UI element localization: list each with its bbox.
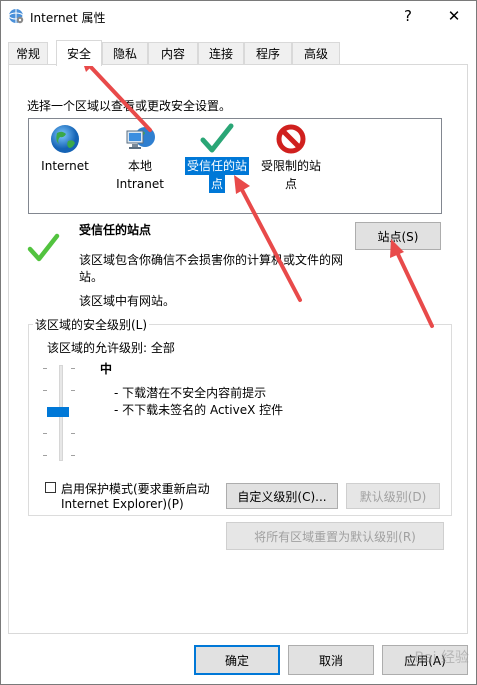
sites-button[interactable]: 站点(S) bbox=[355, 222, 441, 250]
tab-security[interactable]: 安全 bbox=[56, 40, 102, 66]
help-button[interactable]: ? bbox=[385, 0, 431, 32]
zone-local-intranet[interactable]: 本地 Intranet bbox=[107, 123, 173, 193]
zone-description-line2: 站。 bbox=[79, 270, 104, 284]
allowed-level-text: 该区域的允许级别: 全部 bbox=[47, 341, 175, 355]
zone-check-icon bbox=[26, 232, 60, 267]
green-check-icon bbox=[200, 123, 234, 153]
level-name: 中 bbox=[100, 362, 113, 376]
level-bullet-1: - 下载潜在不安全内容前提示 bbox=[114, 386, 267, 400]
ok-button[interactable]: 确定 bbox=[194, 645, 280, 675]
globe-icon bbox=[51, 125, 79, 153]
tab-privacy[interactable]: 隐私 bbox=[102, 42, 148, 64]
protected-mode-label-1: 启用保护模式(要求重新启动 bbox=[61, 482, 210, 496]
slider-tick bbox=[71, 368, 75, 369]
tab-advanced[interactable]: 高级 bbox=[292, 42, 340, 64]
protected-mode-checkbox[interactable] bbox=[45, 482, 56, 493]
zone-local-intranet-label-1: 本地 bbox=[127, 159, 152, 173]
intranet-icon bbox=[126, 127, 155, 149]
slider-tick bbox=[43, 390, 47, 391]
tab-general[interactable]: 常规 bbox=[8, 42, 48, 64]
security-level-group-label: 该区域的安全级别(L) bbox=[33, 316, 150, 333]
zone-restricted-sites-label-2: 点 bbox=[284, 177, 297, 191]
zone-restricted-sites-label-1: 受限制的站 bbox=[260, 159, 321, 173]
watermark: Bai 经验 bbox=[414, 650, 469, 666]
security-level-slider-thumb[interactable] bbox=[47, 407, 69, 417]
slider-tick bbox=[71, 455, 75, 456]
default-level-button[interactable]: 默认级别(D) bbox=[346, 483, 440, 509]
zone-internet-label: Internet bbox=[41, 159, 89, 173]
zone-internet[interactable]: Internet bbox=[35, 123, 95, 175]
zone-trusted-sites-label-2: 点 bbox=[208, 175, 225, 193]
slider-tick bbox=[43, 368, 47, 369]
tab-connections[interactable]: 连接 bbox=[198, 42, 244, 64]
zone-list[interactable]: Internet 本地 Intranet 受信任的站 点 受限制的站 点 bbox=[28, 118, 442, 214]
zone-prompt: 选择一个区域以查看或更改安全设置。 bbox=[27, 99, 232, 113]
slider-tick bbox=[43, 433, 47, 434]
zone-local-intranet-label-2: Intranet bbox=[116, 177, 164, 191]
zone-restricted-sites[interactable]: 受限制的站 点 bbox=[255, 123, 327, 193]
tab-content[interactable]: 内容 bbox=[148, 42, 198, 64]
cancel-button[interactable]: 取消 bbox=[288, 645, 374, 675]
close-button[interactable]: ✕ bbox=[431, 0, 477, 32]
ie-settings-icon bbox=[8, 8, 24, 24]
zone-status: 该区域中有网站。 bbox=[79, 294, 176, 308]
custom-level-button[interactable]: 自定义级别(C)... bbox=[226, 483, 338, 509]
slider-tick bbox=[71, 433, 75, 434]
window-title: Internet 属性 bbox=[30, 11, 106, 25]
reset-all-zones-button[interactable]: 将所有区域重置为默认级别(R) bbox=[226, 522, 444, 550]
zone-trusted-sites-label-1: 受信任的站 bbox=[184, 157, 249, 175]
tab-programs[interactable]: 程序 bbox=[244, 42, 292, 64]
zone-description-line1: 该区域包含你确信不会损害你的计算机或文件的网 bbox=[79, 253, 344, 267]
slider-tick bbox=[43, 455, 47, 456]
restricted-icon bbox=[276, 124, 306, 154]
slider-tick bbox=[71, 390, 75, 391]
zone-title: 受信任的站点 bbox=[79, 223, 152, 237]
protected-mode-label-2: Internet Explorer)(P) bbox=[61, 497, 184, 511]
zone-trusted-sites[interactable]: 受信任的站 点 bbox=[181, 123, 253, 193]
level-bullet-2: - 不下载未签名的 ActiveX 控件 bbox=[114, 403, 284, 417]
